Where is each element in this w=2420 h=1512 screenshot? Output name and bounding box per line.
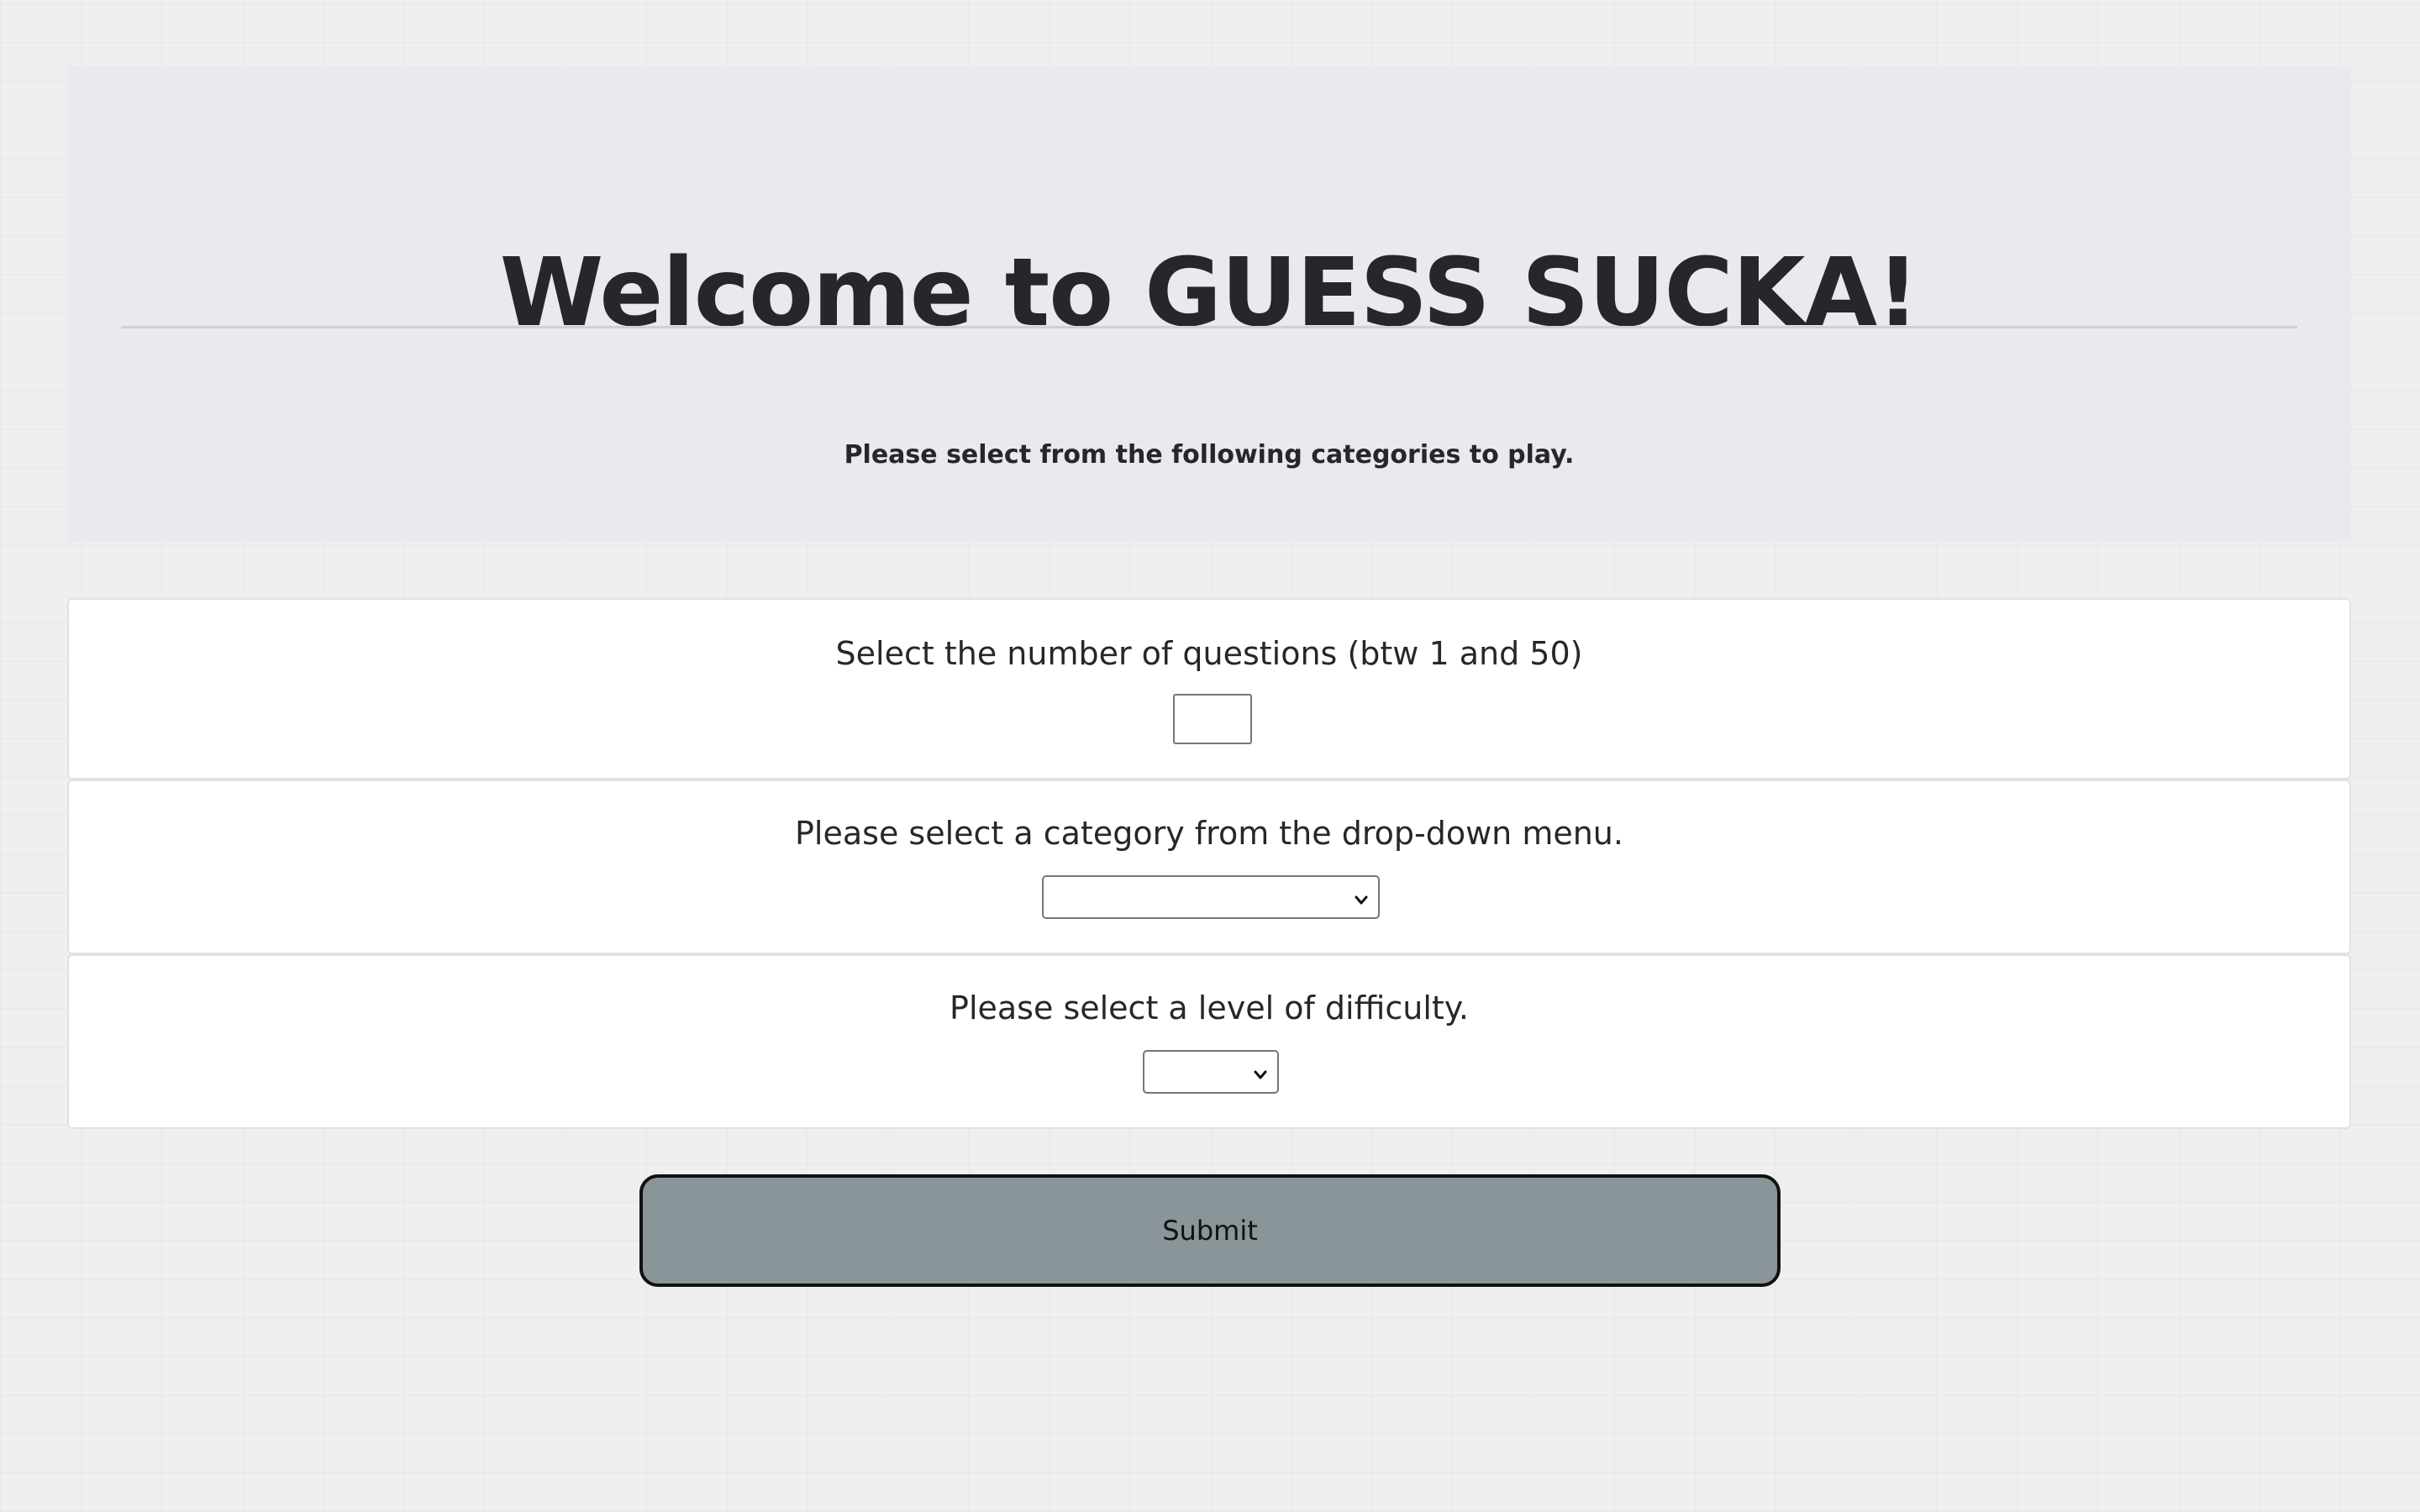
divider	[121, 326, 2297, 328]
question-count-input[interactable]	[1173, 694, 1252, 744]
difficulty-card: Please select a level of difficulty.	[67, 954, 2351, 1129]
submit-button[interactable]: Submit	[639, 1174, 1781, 1287]
page-title: Welcome to GUESS SUCKA!	[499, 239, 1919, 348]
chevron-down-icon	[1355, 895, 1368, 905]
intro-text: Please select from the following categor…	[844, 440, 1575, 470]
difficulty-select[interactable]	[1143, 1050, 1279, 1094]
category-card: Please select a category from the drop-d…	[67, 780, 2351, 954]
questions-card: Select the number of questions (btw 1 an…	[67, 598, 2351, 780]
category-label: Please select a category from the drop-d…	[795, 815, 1623, 852]
category-select[interactable]	[1042, 875, 1380, 919]
difficulty-label: Please select a level of difficulty.	[950, 990, 1469, 1026]
chevron-down-icon	[1254, 1070, 1267, 1079]
jumbotron: Welcome to GUESS SUCKA! Please select fr…	[67, 66, 2351, 543]
questions-label: Select the number of questions (btw 1 an…	[835, 635, 1583, 672]
